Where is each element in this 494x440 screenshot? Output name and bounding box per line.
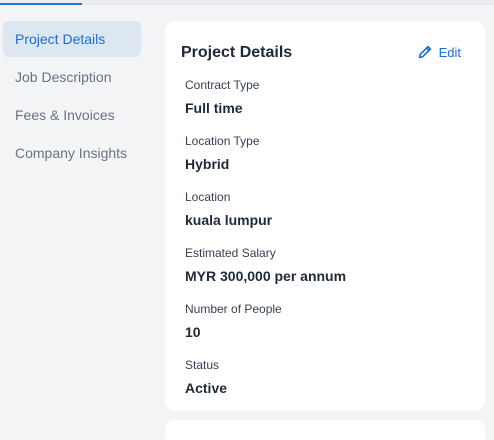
sidebar-item-job-description[interactable]: Job Description — [3, 59, 141, 95]
field-value: Active — [185, 380, 228, 396]
field-value: Hybrid — [185, 156, 230, 172]
field-location-type: Location Type Hybrid — [185, 134, 260, 172]
field-label: Location — [185, 190, 231, 204]
sidebar-item-label: Company Insights — [15, 145, 128, 161]
edit-label: Edit — [438, 44, 461, 60]
field-estimated-salary: Estimated Salary MYR 300,000 per annum — [185, 246, 346, 284]
field-label: Number of People — [185, 302, 282, 316]
sidebar-item-label: Fees & Invoices — [15, 107, 115, 123]
field-value: 10 — [185, 324, 201, 340]
active-tab-indicator — [0, 3, 82, 5]
field-label: Contract Type — [185, 78, 260, 92]
sidebar-item-fees-invoices[interactable]: Fees & Invoices — [3, 97, 141, 133]
sidebar-item-label: Project Details — [15, 31, 106, 47]
field-label: Location Type — [185, 134, 260, 148]
sidebar-item-project-details[interactable]: Project Details — [3, 21, 141, 57]
sidebar-item-label: Job Description — [15, 69, 112, 85]
field-value: kuala lumpur — [185, 212, 273, 228]
top-tab-strip — [0, 0, 494, 5]
field-status: Status Active — [185, 358, 227, 396]
field-location: Location kuala lumpur — [185, 190, 272, 228]
next-card-top — [165, 420, 485, 440]
edit-button[interactable]: Edit — [417, 44, 461, 60]
field-label: Status — [185, 358, 220, 372]
project-details-card: Project Details Edit Contract Type Full … — [165, 21, 485, 411]
field-value: MYR 300,000 per annum — [185, 268, 347, 284]
field-contract-type: Contract Type Full time — [185, 78, 259, 116]
field-label: Estimated Salary — [185, 246, 276, 260]
card-title: Project Details — [181, 44, 293, 61]
section-nav: Project Details Job Description Fees & I… — [3, 21, 141, 173]
sidebar-item-company-insights[interactable]: Company Insights — [3, 135, 141, 171]
field-value: Full time — [185, 100, 243, 116]
pencil-icon — [417, 44, 433, 60]
field-number-of-people: Number of People 10 — [185, 302, 282, 340]
